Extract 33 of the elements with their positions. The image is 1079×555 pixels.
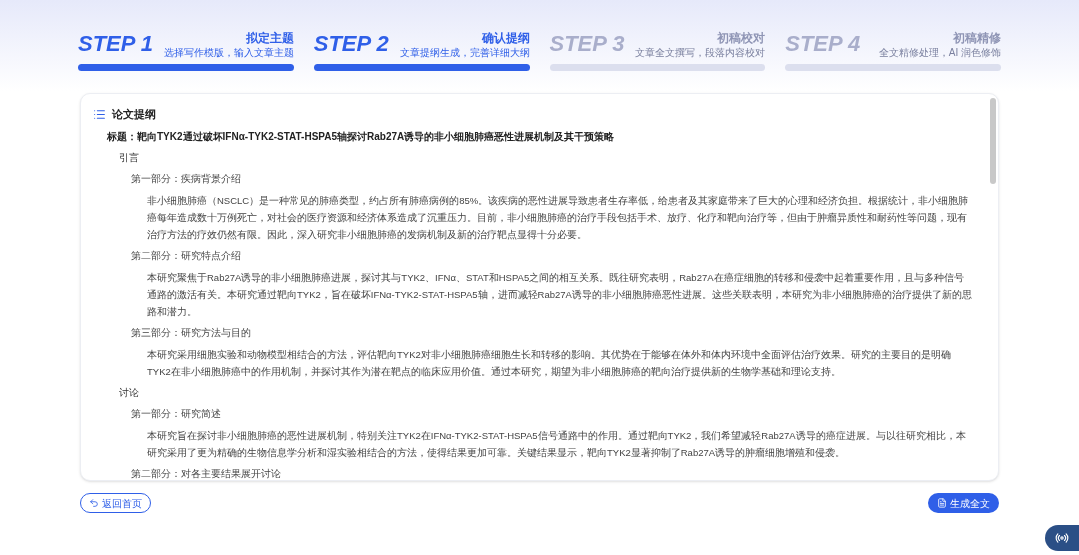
step-number: STEP 3 xyxy=(549,30,625,58)
step-number: STEP 2 xyxy=(313,30,389,58)
part-paragraph: 本研究聚焦于Rab27A诱导的非小细胞肺癌进展，探讨其与TYK2、IFNα、STAT和HSPA5之间的相互关系。既往研究表明，Rab27A在癌症细胞的转移和侵袭中起着重要作用，且与多种信号通路的激活有关。本研究通过靶向TYK2，旨在破坏IFNα-TYK2-STAT-HSPA5轴，进而减轻Rab27A诱导的非小细胞肺癌恶性进展。这些关联表明，本研究为非小细胞肺癌的治疗提供了新的思路和潜力。 xyxy=(146,270,973,319)
broadcast-icon xyxy=(1055,531,1069,545)
scrollbar[interactable] xyxy=(990,98,996,184)
step-number: STEP 4 xyxy=(785,30,861,58)
card-heading: 论文提纲 xyxy=(112,107,156,122)
part-paragraph: 本研究旨在探讨非小细胞肺癌的恶性进展机制，特别关注TYK2在IFNα-TYK2-STAT-HSPA5信号通路中的作用。通过靶向TYK2，我们希望减轻Rab27A诱导的癌症进展。与以往研究相比，本研究采用了更为精确的生物信息学分析和湿实验相结合的方法，使得结果更加可靠。关键结果显示，靶向TYK2显著抑制了Rab27A诱导的肿瘤细胞增殖和侵袭。 xyxy=(146,428,967,460)
step-title: 确认提纲 xyxy=(481,30,530,46)
part-heading: 第一部分：疾病背景介绍 xyxy=(130,171,242,186)
step-subtitle: 选择写作模版，输入文章主题 xyxy=(163,46,294,59)
step-title: 拟定主题 xyxy=(245,30,294,46)
section-heading: 讨论 xyxy=(118,385,140,400)
part-heading: 第二部分：对各主要结果展开讨论 xyxy=(130,466,282,480)
back-home-button[interactable]: 返回首页 xyxy=(80,493,151,513)
generate-button[interactable]: 生成全文 xyxy=(928,493,999,513)
step-subtitle: 全文精修处理，AI 润色修饰 xyxy=(878,46,1001,59)
list-icon xyxy=(93,107,106,121)
outline-title: 标题：靶向TYK2通过破坏IFNα-TYK2-STAT-HSPA5轴探讨Rab27A诱导的非小细胞肺癌恶性进展机制及其干预策略 xyxy=(106,129,616,144)
part-paragraph: 非小细胞肺癌（NSCLC）是一种常见的肺癌类型，约占所有肺癌病例的85%。该疾病的恶性进展导致患者生存率低，给患者及其家庭带来了巨大的心理和经济负担。根据统计，非小细胞肺癌每年造成数十万例死亡，对社会的医疗资源和经济体系造成了沉重压力。目前，非小细胞肺癌的治疗手段包括手术、放疗、化疗和靶向治疗等，但由于肿瘤异质性和耐药性等问题，现有治疗方法的疗效仍然有限。因此，深入研究非小细胞肺癌的发病机制及新的治疗靶点显得十分必要。 xyxy=(146,193,970,242)
undo-icon xyxy=(89,498,99,508)
part-heading: 第二部分：研究特点介绍 xyxy=(130,248,242,263)
part-paragraph: 本研究采用细胞实验和动物模型相结合的方法，评估靶向TYK2对非小细胞肺癌细胞生长和转移的影响。其优势在于能够在体外和体内环境中全面评估治疗效果。研究的主要目的是明确TYK2在非小细胞肺癌中的作用机制，并探讨其作为潜在靶点的临床应用价值。通过本研究，期望为非小细胞肺癌的靶向治疗提供新的生物学基础和理论支持。 xyxy=(146,347,952,379)
step-subtitle: 文章全文撰写，段落内容校对 xyxy=(635,46,766,59)
document-icon xyxy=(937,498,947,508)
step-number: STEP 1 xyxy=(78,30,153,58)
step-title: 初稿校对 xyxy=(717,30,766,46)
step-subtitle: 文章提纲生成，完善详细大纲 xyxy=(399,46,530,59)
broadcast-button[interactable] xyxy=(1045,525,1079,551)
part-heading: 第一部分：研究简述 xyxy=(130,406,222,421)
section-heading: 引言 xyxy=(118,150,140,165)
part-heading: 第三部分：研究方法与目的 xyxy=(130,325,252,340)
step-title: 初稿精修 xyxy=(953,30,1001,46)
